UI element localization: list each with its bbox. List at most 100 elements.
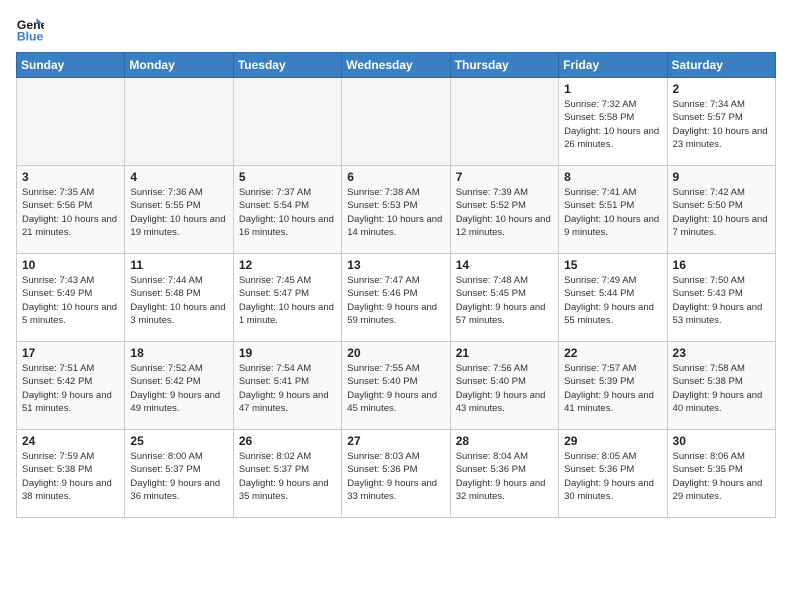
day-info: Sunrise: 8:02 AMSunset: 5:37 PMDaylight:… — [239, 450, 336, 503]
day-number: 16 — [673, 258, 770, 272]
calendar-week-1: 1 Sunrise: 7:32 AMSunset: 5:58 PMDaylight… — [17, 78, 776, 166]
day-info: Sunrise: 7:58 AMSunset: 5:38 PMDaylight:… — [673, 362, 770, 415]
day-number: 13 — [347, 258, 444, 272]
day-info: Sunrise: 8:05 AMSunset: 5:36 PMDaylight:… — [564, 450, 661, 503]
calendar-day: 5 Sunrise: 7:37 AMSunset: 5:54 PMDaylight… — [233, 166, 341, 254]
weekday-header-thursday: Thursday — [450, 53, 558, 78]
day-info: Sunrise: 7:41 AMSunset: 5:51 PMDaylight:… — [564, 186, 661, 239]
day-info: Sunrise: 7:52 AMSunset: 5:42 PMDaylight:… — [130, 362, 227, 415]
day-number: 28 — [456, 434, 553, 448]
day-number: 18 — [130, 346, 227, 360]
day-number: 21 — [456, 346, 553, 360]
day-info: Sunrise: 7:57 AMSunset: 5:39 PMDaylight:… — [564, 362, 661, 415]
day-info: Sunrise: 8:00 AMSunset: 5:37 PMDaylight:… — [130, 450, 227, 503]
day-info: Sunrise: 7:36 AMSunset: 5:55 PMDaylight:… — [130, 186, 227, 239]
logo-icon: General Blue — [16, 16, 44, 44]
day-info: Sunrise: 7:45 AMSunset: 5:47 PMDaylight:… — [239, 274, 336, 327]
calendar-day: 21 Sunrise: 7:56 AMSunset: 5:40 PMDayligh… — [450, 342, 558, 430]
day-number: 14 — [456, 258, 553, 272]
weekday-header-friday: Friday — [559, 53, 667, 78]
weekday-header-sunday: Sunday — [17, 53, 125, 78]
day-info: Sunrise: 7:49 AMSunset: 5:44 PMDaylight:… — [564, 274, 661, 327]
day-info: Sunrise: 8:03 AMSunset: 5:36 PMDaylight:… — [347, 450, 444, 503]
calendar-day: 16Sunrise: 7:50 AMSunset: 5:43 PMDayligh… — [667, 254, 775, 342]
calendar-day: 11 Sunrise: 7:44 AMSunset: 5:48 PMDayligh… — [125, 254, 233, 342]
calendar-day: 14 Sunrise: 7:48 AMSunset: 5:45 PMDayligh… — [450, 254, 558, 342]
day-number: 20 — [347, 346, 444, 360]
weekday-header-wednesday: Wednesday — [342, 53, 450, 78]
calendar-day: 15 Sunrise: 7:49 AMSunset: 5:44 PMDayligh… — [559, 254, 667, 342]
weekday-header-saturday: Saturday — [667, 53, 775, 78]
calendar-day: 28 Sunrise: 8:04 AMSunset: 5:36 PMDayligh… — [450, 430, 558, 518]
day-info: Sunrise: 7:43 AMSunset: 5:49 PMDaylight:… — [22, 274, 119, 327]
day-info: Sunrise: 7:47 AMSunset: 5:46 PMDaylight:… — [347, 274, 444, 327]
day-info: Sunrise: 7:44 AMSunset: 5:48 PMDaylight:… — [130, 274, 227, 327]
day-number: 19 — [239, 346, 336, 360]
calendar-day: 29 Sunrise: 8:05 AMSunset: 5:36 PMDayligh… — [559, 430, 667, 518]
day-number: 12 — [239, 258, 336, 272]
calendar-day: 23 Sunrise: 7:58 AMSunset: 5:38 PMDayligh… — [667, 342, 775, 430]
day-info: Sunrise: 7:48 AMSunset: 5:45 PMDaylight:… — [456, 274, 553, 327]
day-number: 24 — [22, 434, 119, 448]
day-info: Sunrise: 8:06 AMSunset: 5:35 PMDaylight:… — [673, 450, 770, 503]
calendar-day: 7 Sunrise: 7:39 AMSunset: 5:52 PMDaylight… — [450, 166, 558, 254]
day-info: Sunrise: 7:38 AMSunset: 5:53 PMDaylight:… — [347, 186, 444, 239]
day-info: Sunrise: 7:35 AMSunset: 5:56 PMDaylight:… — [22, 186, 119, 239]
day-info: Sunrise: 7:51 AMSunset: 5:42 PMDaylight:… — [22, 362, 119, 415]
day-number: 11 — [130, 258, 227, 272]
day-info: Sunrise: 7:39 AMSunset: 5:52 PMDaylight:… — [456, 186, 553, 239]
calendar-day: 8 Sunrise: 7:41 AMSunset: 5:51 PMDaylight… — [559, 166, 667, 254]
day-number: 10 — [22, 258, 119, 272]
day-number: 1 — [564, 82, 661, 96]
calendar-day: 17 Sunrise: 7:51 AMSunset: 5:42 PMDayligh… — [17, 342, 125, 430]
day-number: 17 — [22, 346, 119, 360]
day-info: Sunrise: 7:32 AMSunset: 5:58 PMDaylight:… — [564, 98, 661, 151]
day-number: 15 — [564, 258, 661, 272]
day-number: 6 — [347, 170, 444, 184]
calendar-day: 6 Sunrise: 7:38 AMSunset: 5:53 PMDaylight… — [342, 166, 450, 254]
day-info: Sunrise: 7:55 AMSunset: 5:40 PMDaylight:… — [347, 362, 444, 415]
day-number: 3 — [22, 170, 119, 184]
logo: General Blue — [16, 16, 48, 44]
calendar-day: 3 Sunrise: 7:35 AMSunset: 5:56 PMDaylight… — [17, 166, 125, 254]
calendar-day: 20 Sunrise: 7:55 AMSunset: 5:40 PMDayligh… — [342, 342, 450, 430]
day-number: 2 — [673, 82, 770, 96]
calendar-week-4: 17 Sunrise: 7:51 AMSunset: 5:42 PMDayligh… — [17, 342, 776, 430]
calendar-day — [233, 78, 341, 166]
day-number: 23 — [673, 346, 770, 360]
calendar-day — [17, 78, 125, 166]
day-number: 9 — [673, 170, 770, 184]
day-info: Sunrise: 7:37 AMSunset: 5:54 PMDaylight:… — [239, 186, 336, 239]
day-number: 4 — [130, 170, 227, 184]
day-info: Sunrise: 7:56 AMSunset: 5:40 PMDaylight:… — [456, 362, 553, 415]
page-header: General Blue — [16, 16, 776, 44]
weekday-header-tuesday: Tuesday — [233, 53, 341, 78]
calendar-day: 19 Sunrise: 7:54 AMSunset: 5:41 PMDayligh… — [233, 342, 341, 430]
weekday-header-monday: Monday — [125, 53, 233, 78]
day-info: Sunrise: 7:54 AMSunset: 5:41 PMDaylight:… — [239, 362, 336, 415]
calendar-day — [125, 78, 233, 166]
calendar-day: 25 Sunrise: 8:00 AMSunset: 5:37 PMDayligh… — [125, 430, 233, 518]
calendar-week-5: 24 Sunrise: 7:59 AMSunset: 5:38 PMDayligh… — [17, 430, 776, 518]
calendar-day — [342, 78, 450, 166]
calendar-day: 2Sunrise: 7:34 AMSunset: 5:57 PMDaylight… — [667, 78, 775, 166]
day-info: Sunrise: 7:42 AMSunset: 5:50 PMDaylight:… — [673, 186, 770, 239]
day-number: 26 — [239, 434, 336, 448]
calendar-table: SundayMondayTuesdayWednesdayThursdayFrid… — [16, 52, 776, 518]
calendar-day: 26 Sunrise: 8:02 AMSunset: 5:37 PMDayligh… — [233, 430, 341, 518]
day-number: 25 — [130, 434, 227, 448]
calendar-day: 4 Sunrise: 7:36 AMSunset: 5:55 PMDaylight… — [125, 166, 233, 254]
day-number: 8 — [564, 170, 661, 184]
day-number: 7 — [456, 170, 553, 184]
calendar-day: 27Sunrise: 8:03 AMSunset: 5:36 PMDayligh… — [342, 430, 450, 518]
calendar-day: 18 Sunrise: 7:52 AMSunset: 5:42 PMDayligh… — [125, 342, 233, 430]
day-info: Sunrise: 8:04 AMSunset: 5:36 PMDaylight:… — [456, 450, 553, 503]
day-number: 5 — [239, 170, 336, 184]
svg-text:Blue: Blue — [17, 29, 44, 43]
calendar-day: 30 Sunrise: 8:06 AMSunset: 5:35 PMDayligh… — [667, 430, 775, 518]
calendar-week-3: 10 Sunrise: 7:43 AMSunset: 5:49 PMDayligh… — [17, 254, 776, 342]
day-info: Sunrise: 7:59 AMSunset: 5:38 PMDaylight:… — [22, 450, 119, 503]
day-number: 30 — [673, 434, 770, 448]
day-number: 29 — [564, 434, 661, 448]
calendar-day: 13 Sunrise: 7:47 AMSunset: 5:46 PMDayligh… — [342, 254, 450, 342]
